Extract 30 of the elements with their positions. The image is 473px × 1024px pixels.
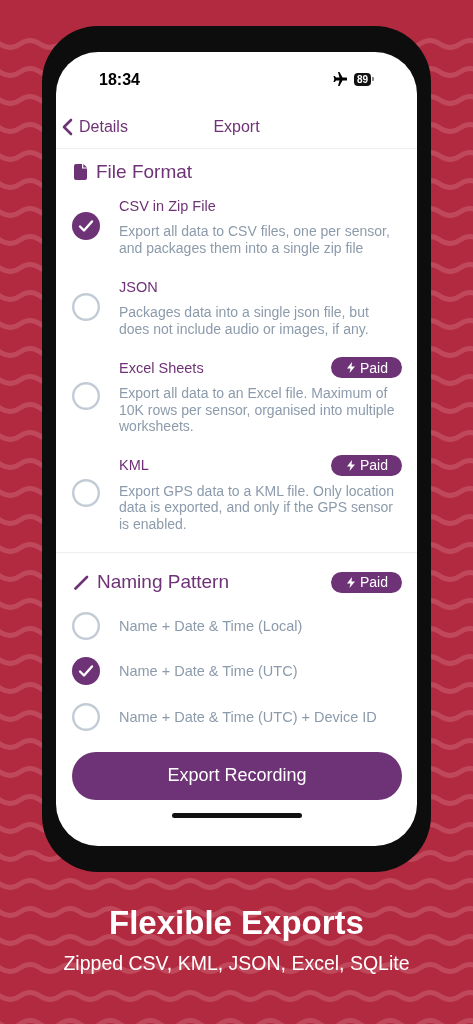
option-title: JSON xyxy=(119,278,158,295)
section-title: File Format xyxy=(96,161,193,183)
bolt-icon xyxy=(346,459,355,471)
badge-label: Paid xyxy=(359,574,388,590)
option-description: Export all data to an Excel file. Maximum of 10K rows per sensor, organised into multiple worksheets. xyxy=(119,385,396,435)
screen-title: Export xyxy=(213,118,260,136)
radio-unchecked-icon[interactable] xyxy=(72,292,100,321)
option-title: CSV in Zip File xyxy=(119,197,216,214)
document-icon xyxy=(74,164,87,180)
radio-unchecked-icon[interactable] xyxy=(72,479,100,508)
badge-label: Paid xyxy=(359,457,388,473)
caption-subtitle: Zipped CSV, KML, JSON, Excel, SQLite xyxy=(62,952,411,975)
back-button[interactable]: Details xyxy=(62,106,128,148)
radio-checked-icon[interactable] xyxy=(72,211,100,240)
option-description: Export all data to CSV files, one per sensor, and packages them into a single zip file xyxy=(119,223,391,256)
battery-level: 89 xyxy=(353,72,371,86)
radio-unchecked-icon[interactable] xyxy=(72,381,100,410)
section-title: Naming Pattern xyxy=(97,571,229,593)
chevron-left-icon xyxy=(62,118,73,136)
bolt-icon xyxy=(346,362,355,373)
option-label: Name + Date & Time (UTC) xyxy=(119,663,298,680)
status-time: 18:34 xyxy=(99,69,140,89)
badge-label: Paid xyxy=(359,359,388,376)
option-description: Packages data into a single json file, but does not include audio or images, if any. xyxy=(119,304,370,337)
option-description: Export GPS data to a KML file. Only location data is exported, and only if the GPS sensor is enabled. xyxy=(119,482,395,532)
option-label: Name + Date & Time (UTC) + Device ID xyxy=(119,708,377,725)
option-label: Name + Date & Time (Local) xyxy=(119,617,303,634)
option-title: KML xyxy=(119,457,149,473)
option-title: Excel Sheets xyxy=(119,359,204,376)
caption-title: Flexible Exports xyxy=(108,904,365,942)
